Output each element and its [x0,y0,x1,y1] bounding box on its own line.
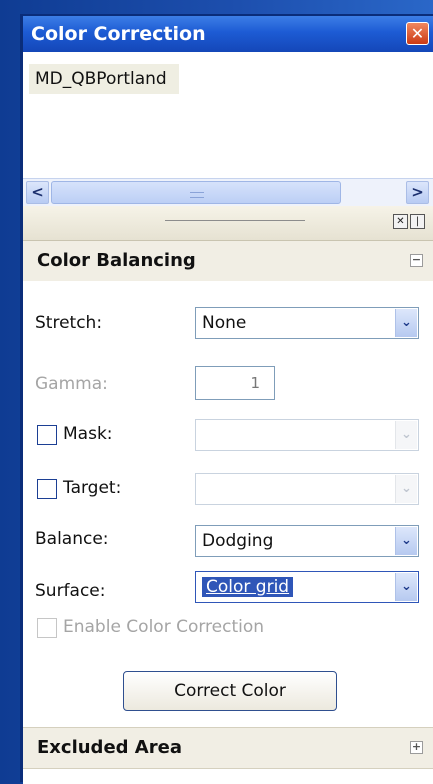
enable-color-correction-checkbox[interactable] [37,618,57,638]
balance-value: Dodging [202,531,274,551]
pane-buttons: ✕ | [393,214,427,230]
gamma-input[interactable]: 1 [195,366,275,400]
color-correction-window: Color Correction ✕ MD_QBPortland < > ✕ |… [20,14,433,784]
panel-splitter[interactable]: ✕ | [23,206,433,241]
pane-menu-icon[interactable]: | [410,214,425,229]
mask-checkbox[interactable] [37,425,57,445]
target-dropdown[interactable]: ⌄ [195,473,419,505]
chevron-down-icon[interactable]: ⌄ [395,421,417,449]
color-balancing-title: Color Balancing [37,250,196,271]
color-balancing-header[interactable]: Color Balancing − [23,241,433,282]
correct-color-button[interactable]: Correct Color [123,671,337,711]
title-bar: Color Correction ✕ [23,16,433,52]
enable-color-correction-label: Enable Color Correction [63,617,265,637]
surface-value: Color grid [202,577,294,597]
splitter-handle [165,220,305,221]
collapse-icon[interactable]: − [410,254,423,267]
list-item[interactable]: MD_QBPortland [29,64,179,94]
close-button[interactable]: ✕ [406,22,429,45]
grip-icon [190,192,204,198]
expand-icon[interactable]: + [410,741,423,754]
stretch-value: None [202,313,247,333]
mask-label: Mask: [63,424,113,444]
target-checkbox[interactable] [37,479,57,499]
scroll-thumb[interactable] [51,181,341,204]
chevron-down-icon[interactable]: ⌄ [395,475,417,503]
excluded-area-title: Excluded Area [37,737,182,758]
excluded-area-header[interactable]: Excluded Area + [23,727,433,769]
target-label: Target: [63,478,122,498]
chevron-down-icon[interactable]: ⌄ [395,309,417,337]
scroll-left-button[interactable]: < [26,181,49,204]
mask-dropdown[interactable]: ⌄ [195,419,419,451]
image-list: MD_QBPortland [23,52,433,178]
gamma-label: Gamma: [35,374,108,394]
stretch-dropdown[interactable]: None ⌄ [195,307,419,339]
balance-dropdown[interactable]: Dodging ⌄ [195,525,419,557]
chevron-down-icon[interactable]: ⌄ [395,573,417,601]
chevron-down-icon[interactable]: ⌄ [395,527,417,555]
pane-close-icon[interactable]: ✕ [393,214,408,229]
window-title: Color Correction [31,23,206,45]
balance-label: Balance: [35,529,109,549]
surface-dropdown[interactable]: Color grid ⌄ [195,571,419,603]
stretch-label: Stretch: [35,313,103,333]
surface-label: Surface: [35,581,106,601]
scroll-right-button[interactable]: > [406,181,429,204]
horizontal-scrollbar[interactable]: < > [23,178,433,207]
color-balancing-panel: Stretch: None ⌄ Gamma: 1 Mask: ⌄ Target:… [23,281,433,727]
